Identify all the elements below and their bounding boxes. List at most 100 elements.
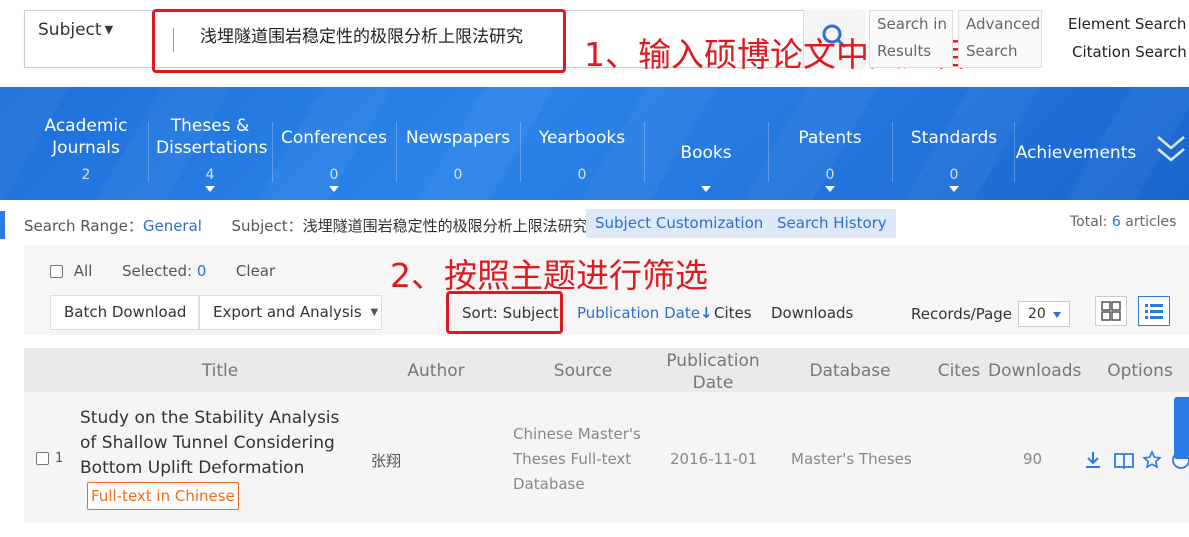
tab-count: 0 (825, 167, 835, 183)
tab-count: 0 (329, 167, 339, 183)
tab-count: 0 (949, 167, 959, 183)
records-per-page-select[interactable]: 20 (1018, 301, 1070, 327)
records-per-page-value: 20 (1028, 306, 1046, 322)
tab-label: Standards (910, 128, 998, 148)
top-search-area: Subject ▼ 浅埋隧道围岩稳定性的极限分析上限法研究 1、输入硕博论文中文题… (0, 0, 1189, 87)
tab-count: 2 (81, 167, 91, 183)
selected-count: 0 (196, 262, 207, 280)
row-title-link[interactable]: Study on the Stability Analysis of Shall… (80, 406, 360, 481)
records-per-page-label: Records/Page (911, 305, 1013, 323)
sort-downloads[interactable]: Downloads (771, 304, 853, 322)
tab-standards[interactable]: Standards 0 (892, 87, 1016, 200)
nav-expand-icon[interactable] (1155, 132, 1187, 170)
grid-view-button[interactable] (1095, 296, 1127, 326)
search-range-value[interactable]: General (143, 217, 202, 235)
caret-down-icon (825, 186, 835, 192)
total-number: 6 (1111, 214, 1121, 230)
batch-download-button[interactable]: Batch Download (50, 295, 199, 330)
column-source: Source (553, 361, 613, 381)
tab-conferences[interactable]: Conferences 0 (272, 87, 396, 200)
search-field-select[interactable]: Subject ▼ (38, 20, 113, 40)
arrow-down-icon: ↓ (699, 304, 713, 322)
annotation-highlight-query (152, 9, 566, 73)
column-options: Options (1107, 361, 1173, 381)
element-search-link[interactable]: Element Search (1068, 15, 1186, 33)
tab-label: Theses & Dissertations (156, 116, 268, 158)
tab-label: Newspapers (405, 128, 511, 148)
row-number: 1 (55, 451, 64, 466)
total-unit: articles (1125, 214, 1177, 230)
select-all-checkbox[interactable] (50, 265, 63, 278)
caret-down-icon: ▼ (370, 307, 379, 318)
download-icon[interactable] (1083, 450, 1103, 474)
clear-button[interactable]: Clear (236, 262, 275, 280)
category-nav: Academic Journals 2 Theses & Dissertatio… (0, 87, 1189, 200)
tab-count: 0 (577, 167, 587, 183)
export-analysis-label: Export and Analysis (213, 303, 362, 321)
search-range-label: Search Range： (24, 217, 143, 235)
row-publication-date: 2016-11-01 (670, 450, 758, 468)
column-downloads: Downloads (988, 361, 1082, 381)
selection-row: All Selected: 0 Clear (50, 262, 275, 280)
caret-down-icon (701, 186, 711, 192)
tab-academic-journals[interactable]: Academic Journals 2 (24, 87, 148, 200)
tab-books[interactable]: Books (644, 87, 768, 200)
caret-down-icon (949, 186, 959, 192)
advanced-search-label: Advanced Search (966, 15, 1041, 60)
total-label: Total: (1070, 214, 1108, 230)
search-field-label: Subject (38, 20, 102, 40)
sort-pubdate-label: Publication Date (577, 304, 700, 322)
search-history-button[interactable]: Search History (768, 209, 896, 238)
search-range-row: Search Range：General Subject：浅埋隧道围岩稳定性的极… (24, 215, 588, 236)
search-in-results-label: Search in Results (877, 15, 947, 60)
total-count: Total: 6 articles (1070, 214, 1176, 230)
tab-achievements[interactable]: Achievements (1014, 87, 1138, 200)
sort-publication-date[interactable]: Publication Date↓ (577, 304, 713, 322)
star-icon[interactable] (1142, 450, 1162, 474)
annotation-highlight-sort (446, 291, 563, 334)
side-float-tab[interactable] (1174, 397, 1189, 459)
tab-label: Yearbooks (538, 128, 626, 148)
caret-down-icon (205, 186, 215, 192)
sort-cites[interactable]: Cites (714, 304, 752, 322)
caret-down-icon (1053, 312, 1061, 318)
row-source[interactable]: Chinese Master's Theses Full-text Databa… (513, 422, 653, 497)
export-analysis-button[interactable]: Export and Analysis ▼ (199, 295, 382, 330)
book-icon[interactable] (1113, 450, 1135, 474)
row-author[interactable]: 张翔 (371, 450, 401, 471)
column-author: Author (407, 361, 465, 381)
row-database: Master's Theses (791, 450, 912, 468)
caret-down-icon: ▼ (104, 23, 114, 36)
batch-download-label: Batch Download (64, 303, 187, 321)
grid-view-icon (1101, 301, 1121, 321)
subject-filter-value: 浅埋隧道围岩稳定性的极限分析上限法研究 (302, 217, 588, 235)
caret-down-icon (329, 186, 339, 192)
tab-label: Conferences (280, 128, 387, 148)
column-title: Title (201, 361, 239, 381)
column-cites: Cites (937, 361, 981, 381)
citation-search-link[interactable]: Citation Search (1072, 43, 1187, 61)
list-view-icon (1145, 304, 1163, 319)
column-publication-date: Publication Date (666, 351, 760, 393)
list-view-button[interactable] (1138, 296, 1170, 326)
advanced-search-button[interactable]: Advanced Search (958, 10, 1042, 68)
subject-customization-button[interactable]: Subject Customization (586, 209, 773, 238)
tab-patents[interactable]: Patents 0 (768, 87, 892, 200)
row-checkbox[interactable] (36, 452, 49, 465)
search-in-results-button[interactable]: Search in Results (869, 10, 953, 68)
column-database: Database (809, 361, 891, 381)
tab-label: Achievements (1015, 143, 1137, 163)
tab-label: Books (680, 143, 732, 163)
select-all-label[interactable]: All (74, 262, 93, 280)
tab-theses-dissertations[interactable]: Theses & Dissertations 4 (148, 87, 272, 200)
tab-label: Academic Journals (44, 116, 128, 158)
tab-yearbooks[interactable]: Yearbooks 0 (520, 87, 644, 200)
tab-label: Patents (798, 128, 862, 148)
tab-newspapers[interactable]: Newspapers 0 (396, 87, 520, 200)
tab-count: 4 (205, 167, 215, 183)
subject-filter-label: Subject： (231, 217, 303, 235)
selected-label: Selected: (121, 262, 193, 280)
full-text-badge[interactable]: Full-text in Chinese (87, 482, 239, 510)
row-downloads: 90 (1023, 450, 1043, 468)
tab-count: 0 (453, 167, 463, 183)
